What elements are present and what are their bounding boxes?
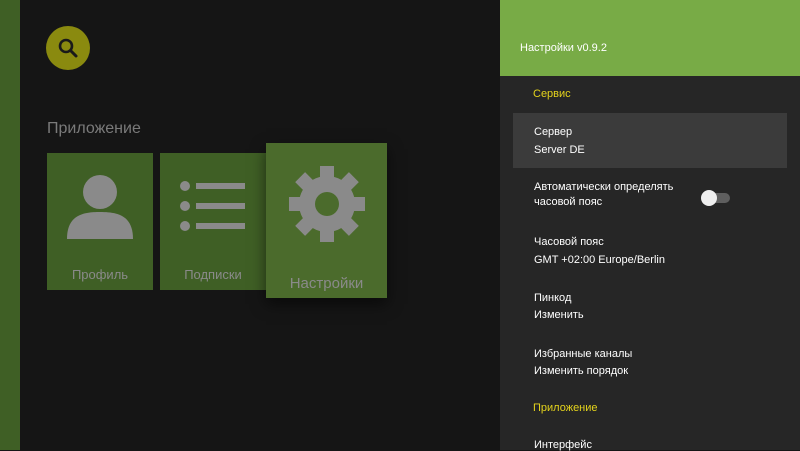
tile-label: Профиль (71, 267, 129, 282)
auto-timezone-toggle[interactable] (701, 190, 730, 206)
setting-title-line2: часовой пояс (534, 196, 603, 208)
gear-icon (289, 166, 365, 242)
section-header-service: Сервис (533, 88, 571, 100)
tile-label: Подписки (184, 267, 242, 282)
tile-profile[interactable]: Профиль (47, 153, 153, 290)
app-section-title: Приложение (47, 120, 141, 137)
setting-title: Автоматически определять (534, 181, 674, 193)
settings-panel: Настройки v0.9.2 Сервис Сервер Server DE… (500, 0, 800, 451)
setting-timezone[interactable]: Часовой пояс GMT +02:00 Europe/Berlin (513, 223, 787, 278)
setting-title: Сервер (534, 126, 573, 138)
setting-value: Изменить порядок (534, 365, 629, 377)
setting-title: Часовой пояс (534, 236, 604, 248)
left-edge-strip (0, 0, 20, 450)
section-header-app: Приложение (533, 402, 598, 414)
settings-header: Настройки v0.9.2 (500, 0, 800, 76)
setting-server[interactable]: Сервер Server DE (513, 113, 787, 168)
setting-title: Интерфейс (534, 439, 592, 451)
tile-subscriptions[interactable]: Подписки (160, 153, 266, 290)
setting-title: Пинкод (534, 292, 572, 304)
search-button[interactable] (46, 26, 90, 70)
list-icon (180, 181, 245, 231)
profile-icon (67, 175, 133, 239)
setting-value: Server DE (534, 144, 585, 156)
setting-interface[interactable]: Интерфейс (513, 428, 787, 451)
toggle-knob (701, 190, 717, 206)
setting-pincode[interactable]: Пинкод Изменить (513, 279, 787, 334)
settings-title: Настройки v0.9.2 (520, 42, 607, 54)
setting-value: Изменить (534, 309, 584, 321)
tile-label: Настройки (289, 275, 364, 292)
tile-settings[interactable]: Настройки (266, 143, 387, 298)
setting-value: GMT +02:00 Europe/Berlin (534, 254, 665, 266)
setting-title: Избранные каналы (534, 348, 633, 360)
search-icon (58, 38, 78, 58)
setting-favorite-channels[interactable]: Избранные каналы Изменить порядок (513, 335, 787, 390)
setting-auto-timezone[interactable]: Автоматически определять часовой пояс (513, 168, 787, 223)
